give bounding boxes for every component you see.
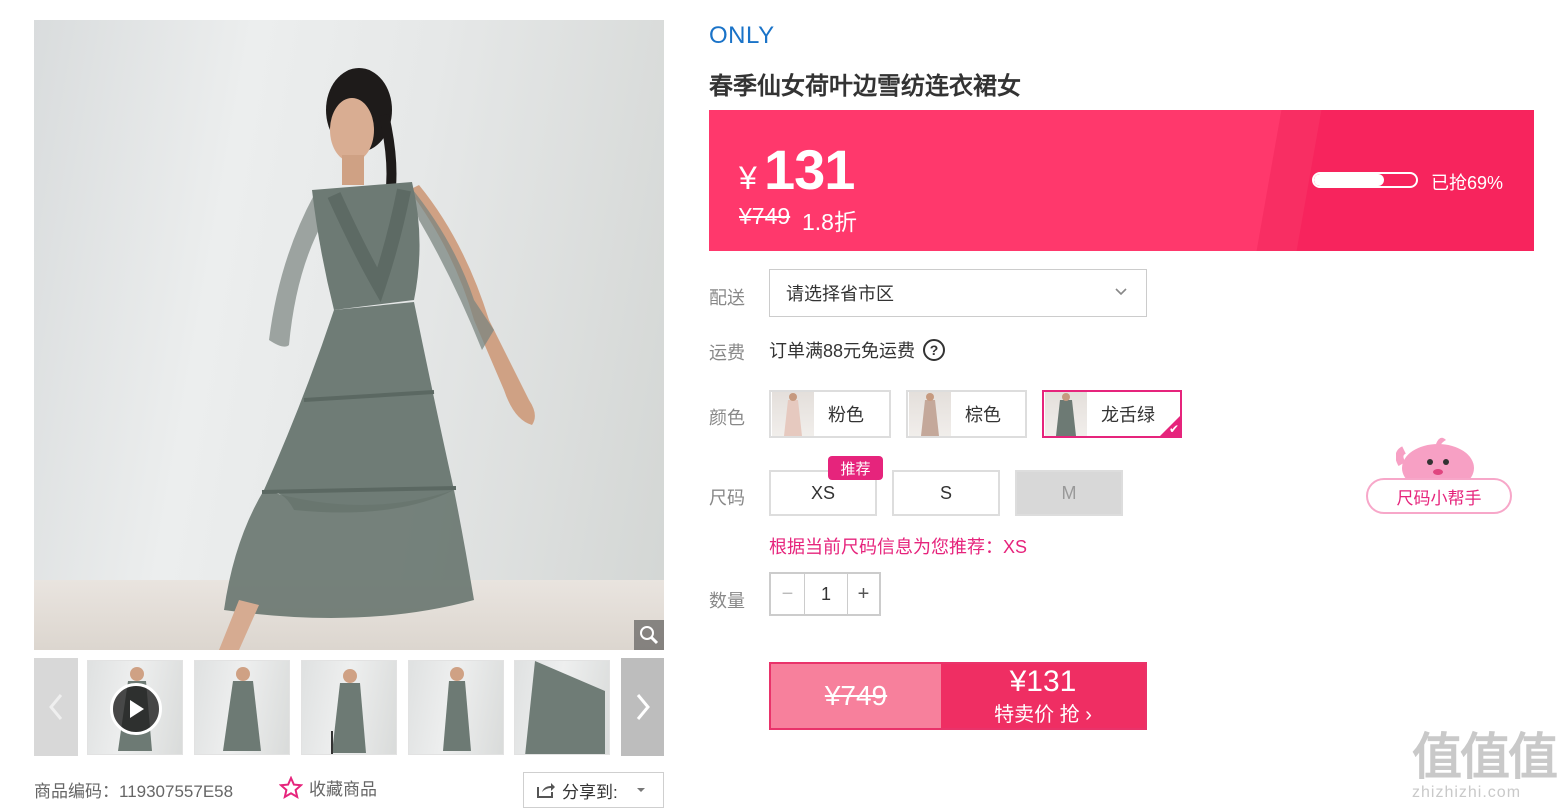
- size-recommendation: 根据当前尺码信息为您推荐：XS: [769, 537, 1028, 557]
- main-product-image[interactable]: [34, 20, 664, 650]
- color-option-brown[interactable]: 棕色: [906, 390, 1027, 438]
- size-text: XS: [810, 482, 835, 503]
- sold-label: 已抢69%: [1431, 173, 1504, 193]
- star-icon: [279, 775, 303, 799]
- size-text: S: [939, 482, 952, 503]
- chevron-right-icon: [636, 694, 650, 720]
- favorite-button[interactable]: 收藏商品: [279, 775, 377, 800]
- thumb-figure: [525, 661, 605, 754]
- delivery-label: 配送: [709, 288, 745, 308]
- currency-symbol: ¥: [739, 160, 757, 196]
- buy-original-price: ¥749: [771, 664, 941, 728]
- model-figure: [219, 68, 535, 650]
- product-code: 商品编码：119307557E58: [34, 782, 234, 801]
- current-price: 131: [764, 138, 855, 201]
- play-icon: [130, 700, 144, 718]
- thumbnail-video[interactable]: [87, 660, 183, 755]
- checkmark-icon: ✔: [1168, 422, 1179, 436]
- gallery-meta-row: 商品编码：119307557E58 收藏商品 分享到:: [34, 772, 664, 808]
- shipping-label: 运费: [709, 343, 745, 363]
- thumbnail-4[interactable]: [408, 660, 504, 755]
- favorite-label: 收藏商品: [309, 780, 377, 799]
- thumbnail-3[interactable]: [301, 660, 397, 755]
- quantity-decrease-button[interactable]: −: [771, 574, 805, 614]
- share-icon: [537, 783, 555, 798]
- buy-price-block: ¥131 特卖价 抢 ›: [941, 664, 1145, 728]
- buy-button[interactable]: ¥749 ¥131 特卖价 抢 ›: [769, 662, 1147, 730]
- thumbnail-2[interactable]: [194, 660, 290, 755]
- region-placeholder: 请选择省市区: [786, 284, 894, 304]
- caret-down-icon: [636, 788, 645, 792]
- shipping-info: 订单满88元免运费 ?: [769, 337, 946, 363]
- buy-label: 特卖价 抢 ›: [994, 703, 1092, 726]
- size-helper-button[interactable]: 尺码小帮手: [1366, 478, 1512, 514]
- discount-rate: 1.8折: [802, 209, 857, 235]
- product-title: 春季仙女荷叶边雪纺连衣裙女: [709, 73, 1021, 100]
- shipping-text: 订单满88元免运费: [769, 341, 916, 361]
- thumb-figure: [443, 667, 471, 751]
- quantity-stepper: − 1 +: [769, 572, 881, 616]
- site-watermark: 值值值 zhizhizhi.com: [1412, 730, 1562, 810]
- share-label: 分享到:: [562, 782, 618, 802]
- chevron-down-icon: [1115, 288, 1127, 296]
- color-option-pink[interactable]: 粉色: [769, 390, 891, 438]
- share-dropdown[interactable]: 分享到:: [523, 772, 664, 808]
- thumbnail-5[interactable]: [514, 660, 610, 755]
- original-price: ¥749: [739, 203, 791, 229]
- quantity-label: 数量: [709, 591, 745, 611]
- thumb-figure: [331, 669, 366, 754]
- swatch-label: 粉色: [828, 405, 864, 425]
- swatch-label: 龙舌绿: [1101, 405, 1155, 425]
- sold-progress-fill: [1314, 174, 1385, 186]
- color-label: 颜色: [709, 408, 745, 428]
- buy-price: ¥131: [1009, 664, 1077, 698]
- watermark-logo: 值值值: [1412, 727, 1558, 786]
- size-label: 尺码: [709, 488, 745, 508]
- watermark-url: zhizhizhi.com: [1412, 784, 1522, 801]
- swatch-thumbnail: [909, 392, 951, 436]
- size-text: M: [1061, 482, 1077, 503]
- recommend-tag: 推荐: [828, 456, 883, 480]
- brand-link[interactable]: ONLY: [709, 22, 775, 50]
- swatch-thumbnail: [1045, 392, 1087, 436]
- region-select[interactable]: 请选择省市区: [769, 269, 1147, 317]
- sold-progress-bar: [1312, 172, 1418, 188]
- play-button[interactable]: [110, 683, 162, 735]
- chevron-left-icon: [49, 694, 63, 720]
- color-option-green[interactable]: 龙舌绿 ✔: [1042, 390, 1182, 438]
- help-icon[interactable]: ?: [923, 339, 946, 361]
- quantity-increase-button[interactable]: +: [847, 574, 879, 614]
- swatch-label: 棕色: [965, 405, 1001, 425]
- size-option-m: M: [1015, 470, 1123, 516]
- thumb-prev-button[interactable]: [34, 658, 78, 756]
- quantity-input[interactable]: 1: [805, 574, 847, 614]
- thumb-next-button[interactable]: [621, 658, 664, 756]
- size-option-s[interactable]: S: [892, 470, 1000, 516]
- price-banner: ¥ 131 ¥749 1.8折 已抢69%: [709, 110, 1534, 251]
- magnifier-icon: [640, 626, 659, 645]
- thumb-figure: [223, 667, 261, 751]
- zoom-button[interactable]: [634, 620, 664, 650]
- swatch-thumbnail: [772, 392, 814, 436]
- thumbnail-strip: [34, 658, 664, 756]
